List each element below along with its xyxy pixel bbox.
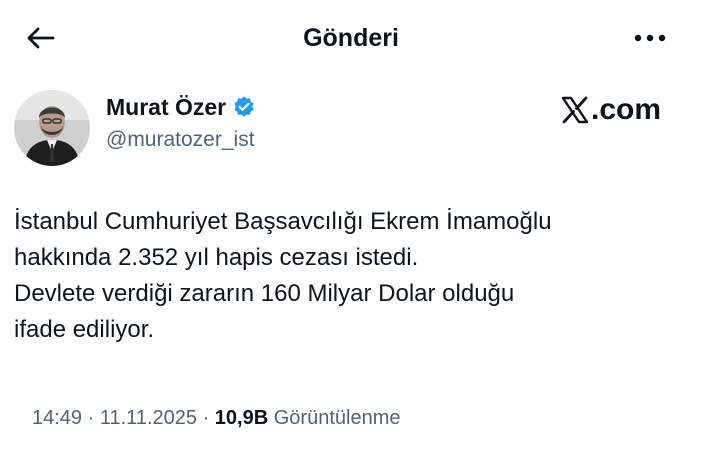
tweet-time[interactable]: 14:49 (32, 407, 82, 429)
author-handle[interactable]: @muratozer_ist (106, 126, 255, 154)
avatar[interactable] (14, 90, 90, 166)
page-title: Gönderi (303, 24, 399, 52)
views-count[interactable]: 10,9B (215, 407, 268, 429)
top-bar: Gönderi (0, 0, 702, 74)
tweet-line: Devlete verdiği zararın 160 Milyar Dolar… (14, 280, 515, 307)
profile-photo (14, 90, 90, 166)
display-name-text: Murat Özer (106, 94, 227, 120)
tweet-line: hakkında 2.352 yıl hapis cezası istedi. (14, 244, 419, 271)
separator: · (87, 407, 95, 429)
brand-logo: .com (560, 90, 661, 130)
tweet-text: İstanbul Cumhuriyet Başsavcılığı Ekrem İ… (14, 204, 684, 348)
more-horizontal-icon (634, 34, 666, 42)
separator: · (202, 407, 210, 429)
x-logo-icon (561, 96, 589, 124)
verified-badge-icon (234, 96, 254, 117)
brand-text: .com (591, 93, 662, 126)
tweet-line: ifade ediliyor. (14, 316, 155, 343)
more-options-button[interactable] (630, 20, 670, 56)
views-label[interactable]: Görüntülenme (274, 407, 401, 429)
tweet-line: İstanbul Cumhuriyet Başsavcılığı Ekrem İ… (14, 208, 552, 235)
author-name[interactable]: Murat Özer (106, 92, 256, 122)
tweet-metadata: 14:49 · 11.11.2025 · 10,9B Görüntülenme (32, 404, 400, 432)
tweet-date[interactable]: 11.11.2025 (100, 407, 197, 429)
